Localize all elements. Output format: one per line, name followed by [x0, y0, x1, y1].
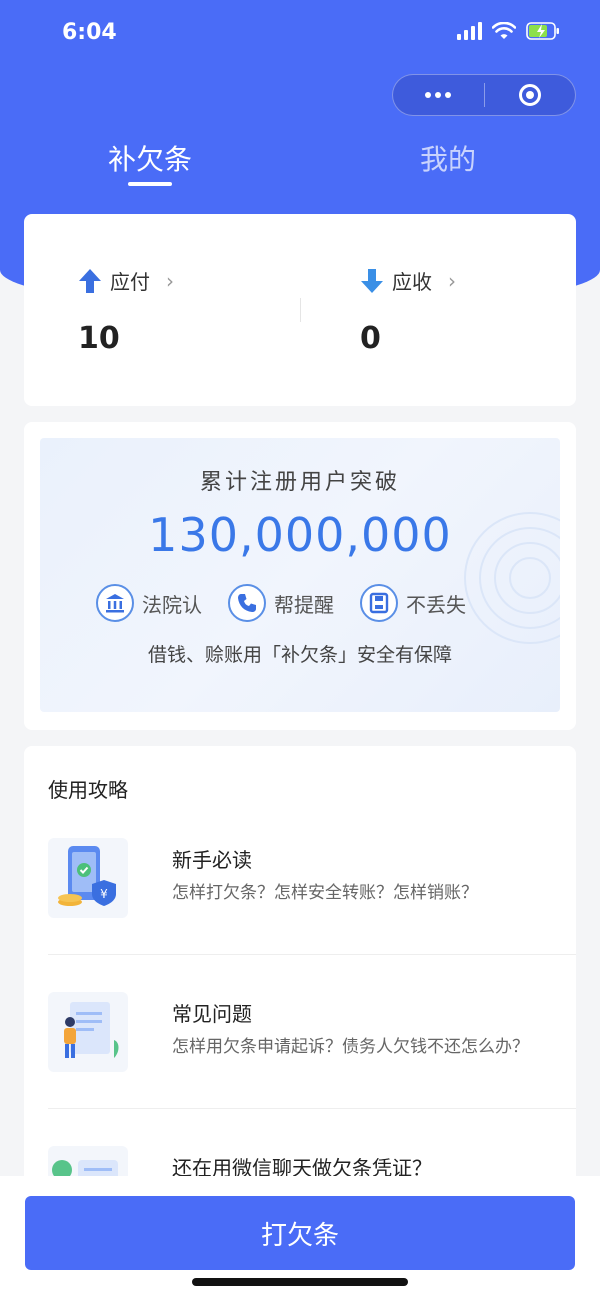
guide-item-title: 新手必读	[172, 848, 252, 872]
balance-card: 应付 › 10 应收 › 0	[24, 214, 576, 406]
target-circle-icon	[518, 84, 541, 106]
guide-item-desc: 怎样打欠条？怎样安全转账？怎样销账？	[172, 883, 478, 903]
guide-card: 使用攻略 ¥ 新手必读 怎样打欠条？怎样安全转账？怎样销账？ 常见问题 怎样用欠…	[24, 746, 576, 1216]
payable-section[interactable]: 应付 › 10	[78, 266, 174, 356]
more-dots-icon	[425, 92, 452, 98]
court-icon	[96, 584, 134, 622]
mini-program-capsule	[392, 74, 576, 116]
phone-shield-icon: ¥	[48, 838, 128, 918]
receivable-label: 应收	[392, 270, 432, 294]
feature-nolose-label: 不丢失	[406, 592, 466, 617]
guide-divider	[48, 1108, 576, 1109]
top-tabs: 补欠条 我的	[0, 138, 600, 198]
tab-mine[interactable]: 我的	[420, 138, 476, 178]
cellular-signal-icon	[457, 22, 482, 40]
guide-title: 使用攻略	[48, 778, 128, 802]
create-iou-button[interactable]: 打欠条	[25, 1196, 575, 1270]
guide-divider	[48, 954, 576, 955]
battery-charging-icon	[526, 22, 560, 40]
document-person-icon	[48, 992, 128, 1072]
guide-item-title: 常见问题	[172, 1002, 252, 1026]
svg-text:¥: ¥	[100, 887, 108, 901]
feature-court-label: 法院认	[142, 592, 202, 617]
active-tab-indicator	[128, 182, 172, 186]
close-mini-program-button[interactable]	[485, 75, 576, 115]
feature-reminder-label: 帮提醒	[274, 592, 334, 617]
receivable-section[interactable]: 应收 › 0	[360, 266, 456, 356]
promo-title: 累计注册用户突破	[199, 470, 400, 495]
promo-card: 累计注册用户突破 130,000,000 法院认 帮提醒 不丢失 借钱、赊账用「…	[24, 422, 576, 730]
guide-item-newbie[interactable]: ¥ 新手必读 怎样打欠条？怎样安全转账？怎样销账？	[48, 838, 576, 978]
tab-bu-qian-tiao[interactable]: 补欠条	[108, 138, 192, 178]
feature-court: 法院认	[96, 584, 202, 622]
wifi-icon	[492, 22, 516, 40]
receivable-value: 0	[360, 321, 381, 356]
status-bar: 6:04	[0, 0, 600, 70]
promo-user-count: 130,000,000	[148, 508, 452, 562]
arrow-down-icon	[361, 268, 383, 293]
arrow-up-icon	[79, 268, 101, 293]
feature-reminder: 帮提醒	[228, 584, 334, 622]
payable-value: 10	[78, 321, 120, 356]
phone-icon	[228, 584, 266, 622]
chevron-right-icon: ›	[166, 268, 174, 293]
more-button[interactable]	[393, 75, 484, 115]
status-icons	[457, 22, 560, 40]
promo-banner: 累计注册用户突破 130,000,000 法院认 帮提醒 不丢失 借钱、赊账用「…	[40, 438, 560, 712]
save-icon	[360, 584, 398, 622]
feature-nolose: 不丢失	[360, 584, 466, 622]
guide-item-desc: 怎样用欠条申请起诉？债务人欠钱不还怎么办？	[172, 1037, 529, 1057]
payable-label: 应付	[110, 270, 150, 294]
balance-divider	[300, 298, 301, 322]
home-indicator	[192, 1278, 408, 1286]
promo-features: 法院认 帮提醒 不丢失	[96, 584, 466, 622]
promo-subtitle: 借钱、赊账用「补欠条」安全有保障	[147, 644, 452, 666]
chevron-right-icon: ›	[448, 268, 456, 293]
status-time: 6:04	[62, 20, 117, 45]
guide-item-faq[interactable]: 常见问题 怎样用欠条申请起诉？债务人欠钱不还怎么办？	[48, 992, 576, 1132]
